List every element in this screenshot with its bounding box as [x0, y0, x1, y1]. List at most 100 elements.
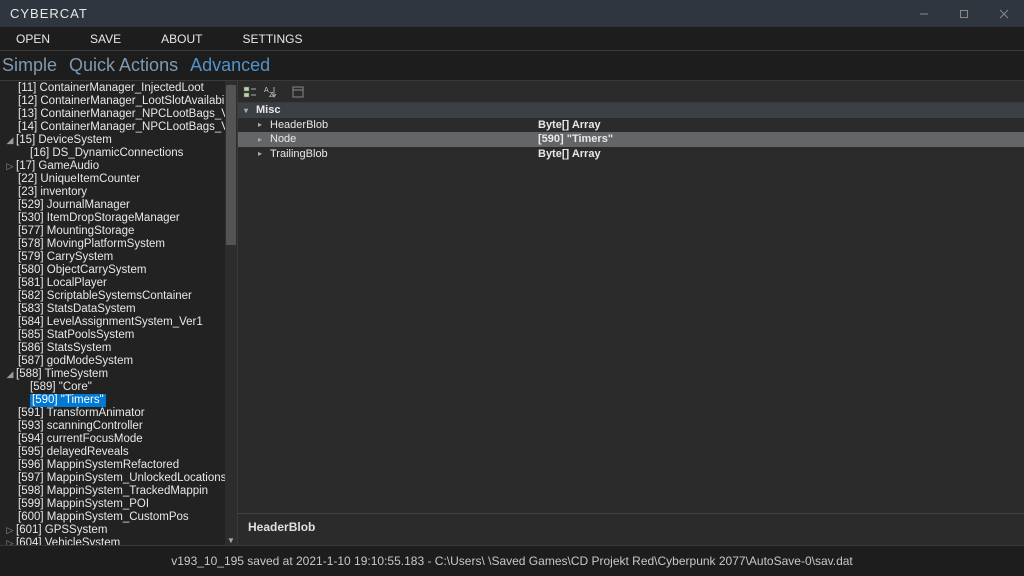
menu-about[interactable]: ABOUT [161, 32, 202, 46]
chevron-down-icon[interactable]: ◢ [6, 134, 16, 147]
tree-item-label: [587] godModeSystem [18, 355, 133, 368]
tree-item-label: [530] ItemDropStorageManager [18, 212, 180, 225]
tree-item-label: [580] ObjectCarrySystem [18, 264, 146, 277]
tree-item[interactable]: [578] MovingPlatformSystem [0, 238, 225, 251]
tree-item-label: [593] scanningController [18, 420, 143, 433]
prop-name: TrailingBlob [270, 148, 328, 160]
minimize-button[interactable] [904, 0, 944, 27]
prop-category-label: Misc [256, 104, 280, 116]
tree-item[interactable]: [14] ContainerManager_NPCLootBags_Ver3_L… [0, 121, 225, 134]
maximize-button[interactable] [944, 0, 984, 27]
tab-quick-actions[interactable]: Quick Actions [69, 55, 178, 76]
prop-row[interactable]: ▸Node[590] "Timers" [238, 132, 1024, 147]
tree-item-label: [596] MappinSystemRefactored [18, 459, 179, 472]
tree-item[interactable]: ▷[601] GPSSystem [0, 524, 225, 537]
chevron-right-icon[interactable]: ▷ [6, 537, 16, 545]
tree-item-label: [15] DeviceSystem [16, 134, 112, 147]
tree-item-label: [585] StatPoolsSystem [18, 329, 134, 342]
tree-item[interactable]: [598] MappinSystem_TrackedMappin [0, 485, 225, 498]
property-pages-icon[interactable] [290, 84, 306, 100]
tree-item-label: [16] DS_DynamicConnections [30, 147, 183, 160]
property-grid[interactable]: ▾Misc▸HeaderBlobByte[] Array▸Node[590] "… [238, 103, 1024, 161]
tree-item-label: [594] currentFocusMode [18, 433, 143, 446]
tree-item-label: [23] inventory [18, 186, 87, 199]
tree-item[interactable]: [589] "Core" [0, 381, 225, 394]
tab-simple[interactable]: Simple [2, 55, 57, 76]
chevron-down-icon[interactable]: ◢ [6, 368, 16, 381]
tree-scrollbar[interactable]: ▲ ▼ [225, 81, 237, 545]
tree-item[interactable]: [596] MappinSystemRefactored [0, 459, 225, 472]
statusbar: v193_10_195 saved at 2021-1-10 19:10:55.… [0, 545, 1024, 576]
alphabetical-icon[interactable]: AZ [262, 84, 278, 100]
tree-item[interactable]: [585] StatPoolsSystem [0, 329, 225, 342]
tree-item[interactable]: [12] ContainerManager_LootSlotAvailabili… [0, 95, 225, 108]
property-body [238, 161, 1024, 513]
chevron-right-icon[interactable]: ▸ [258, 120, 266, 129]
tree-item[interactable]: [594] currentFocusMode [0, 433, 225, 446]
tree-item[interactable]: [582] ScriptableSystemsContainer [0, 290, 225, 303]
chevron-down-icon[interactable]: ▾ [244, 106, 252, 115]
chevron-right-icon[interactable]: ▷ [6, 160, 16, 173]
chevron-right-icon[interactable]: ▸ [258, 149, 266, 158]
tree-item[interactable]: [591] TransformAnimator [0, 407, 225, 420]
menu-settings[interactable]: SETTINGS [242, 32, 302, 46]
close-button[interactable] [984, 0, 1024, 27]
tree-item[interactable]: [583] StatsDataSystem [0, 303, 225, 316]
menu-save[interactable]: SAVE [90, 32, 121, 46]
prop-name: HeaderBlob [270, 119, 328, 131]
tree-item[interactable]: [581] LocalPlayer [0, 277, 225, 290]
tree-item[interactable]: [599] MappinSystem_POI [0, 498, 225, 511]
tree-item[interactable]: [16] DS_DynamicConnections [0, 147, 225, 160]
tree-item-label: [599] MappinSystem_POI [18, 498, 149, 511]
menu-open[interactable]: OPEN [16, 32, 50, 46]
tab-advanced[interactable]: Advanced [190, 55, 270, 76]
tree-item[interactable]: [600] MappinSystem_CustomPos [0, 511, 225, 524]
window-title: CYBERCAT [10, 6, 904, 21]
tree-item[interactable]: [584] LevelAssignmentSystem_Ver1 [0, 316, 225, 329]
scroll-thumb[interactable] [226, 85, 236, 245]
tree-item[interactable]: [530] ItemDropStorageManager [0, 212, 225, 225]
tree-item-label: [529] JournalManager [18, 199, 130, 212]
prop-row[interactable]: ▸HeaderBlobByte[] Array [238, 118, 1024, 133]
tree-item[interactable]: [577] MountingStorage [0, 225, 225, 238]
tree-item[interactable]: [22] UniqueItemCounter [0, 173, 225, 186]
tree-item[interactable]: ◢[15] DeviceSystem [0, 134, 225, 147]
tree-item-label: [13] ContainerManager_NPCLootBags_Ver2 [18, 108, 225, 121]
tree-item[interactable]: [579] CarrySystem [0, 251, 225, 264]
tree-item-label: [598] MappinSystem_TrackedMappin [18, 485, 208, 498]
tree-item-label: [577] MountingStorage [18, 225, 134, 238]
tree-item-label: [589] "Core" [30, 381, 92, 394]
tree-item[interactable]: [593] scanningController [0, 420, 225, 433]
tree-item-label: [584] LevelAssignmentSystem_Ver1 [18, 316, 203, 329]
tree-item[interactable]: [13] ContainerManager_NPCLootBags_Ver2 [0, 108, 225, 121]
tree-item[interactable]: ▷[17] GameAudio [0, 160, 225, 173]
tree-item-label: [583] StatsDataSystem [18, 303, 136, 316]
tree-item-label: [597] MappinSystem_UnlockedLocations [18, 472, 225, 485]
tree-item[interactable]: [586] StatsSystem [0, 342, 225, 355]
chevron-right-icon[interactable]: ▸ [258, 135, 266, 144]
tree-item[interactable]: [590] "Timers" [0, 394, 225, 407]
categorized-icon[interactable] [242, 84, 258, 100]
tree-item[interactable]: ◢[588] TimeSystem [0, 368, 225, 381]
tree-item-label: [581] LocalPlayer [18, 277, 107, 290]
content: [11] ContainerManager_InjectedLoot[12] C… [0, 81, 1024, 545]
prop-row[interactable]: ▸TrailingBlobByte[] Array [238, 147, 1024, 162]
property-description: HeaderBlob [238, 513, 1024, 545]
tree-item-label: [604] VehicleSystem [16, 537, 120, 545]
tree-item-label: [17] GameAudio [16, 160, 99, 173]
tree-item[interactable]: [23] inventory [0, 186, 225, 199]
tree-item[interactable]: [595] delayedReveals [0, 446, 225, 459]
tree-item[interactable]: [587] godModeSystem [0, 355, 225, 368]
tree[interactable]: [11] ContainerManager_InjectedLoot[12] C… [0, 81, 225, 545]
chevron-right-icon[interactable]: ▷ [6, 524, 16, 537]
tree-item[interactable]: [597] MappinSystem_UnlockedLocations [0, 472, 225, 485]
tree-item[interactable]: [529] JournalManager [0, 199, 225, 212]
prop-category[interactable]: ▾ Misc [238, 103, 1024, 118]
tree-item-label: [591] TransformAnimator [18, 407, 145, 420]
tree-item-label: [14] ContainerManager_NPCLootBags_Ver3_L… [18, 121, 225, 134]
tree-item[interactable]: [580] ObjectCarrySystem [0, 264, 225, 277]
tree-item-label: [590] "Timers" [30, 394, 106, 407]
scroll-down-icon[interactable]: ▼ [225, 535, 237, 545]
tree-item[interactable]: ▷[604] VehicleSystem [0, 537, 225, 545]
tree-item[interactable]: [11] ContainerManager_InjectedLoot [0, 82, 225, 95]
